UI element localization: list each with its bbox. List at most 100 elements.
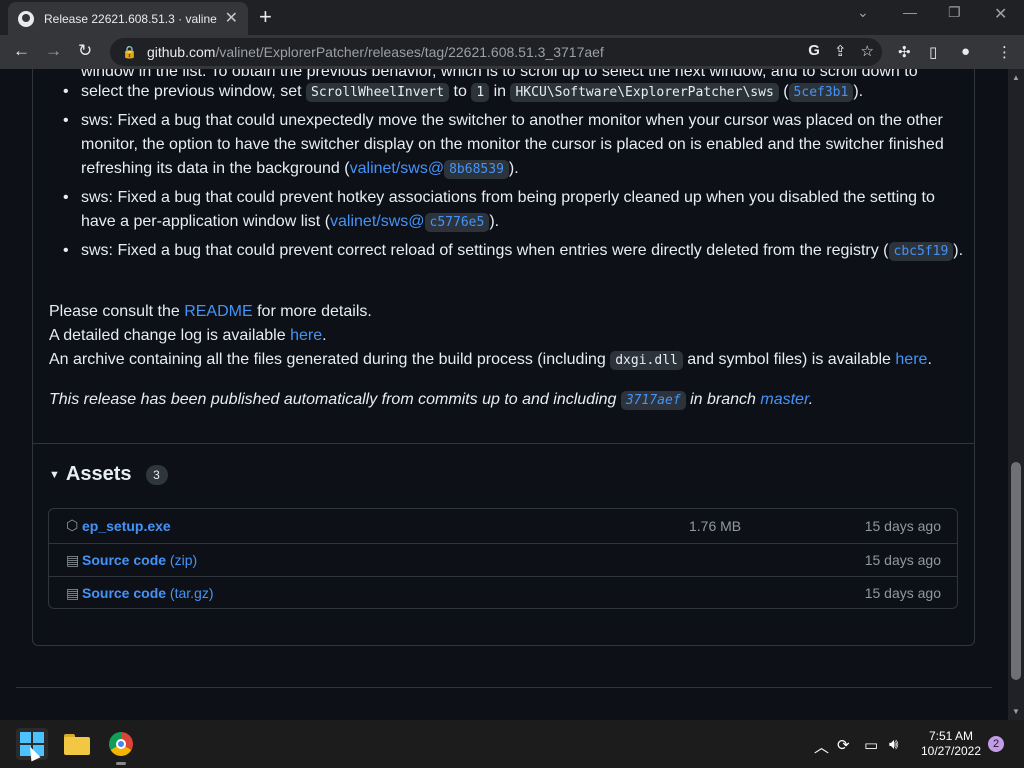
note-text: sws: Fixed a bug that could prevent corr… <box>81 242 889 259</box>
note-text: ). <box>508 160 519 177</box>
windows-logo-icon <box>33 732 44 743</box>
asset-name: Source code <box>82 552 167 568</box>
reload-button[interactable]: ↻ <box>78 41 92 61</box>
para-text: . <box>322 327 327 344</box>
scroll-up-icon[interactable]: ▲ <box>1012 73 1020 82</box>
asset-date: 15 days ago <box>864 585 941 601</box>
assets-toggle[interactable]: ▼ Assets 3 <box>49 463 168 486</box>
asset-row: ⬡ ep_setup.exe 1.76 MB 15 days ago <box>49 509 957 542</box>
note-text: in <box>489 83 511 100</box>
asset-link[interactable]: Source code (tar.gz) <box>82 585 214 601</box>
note-text: to <box>449 83 472 100</box>
para-text: A detailed change log is available <box>49 327 291 344</box>
list-item: sws: Fixed a bug that could unexpectedly… <box>49 109 969 182</box>
changelog-link[interactable]: here <box>290 327 322 344</box>
system-clock[interactable]: 7:51 AM 10/27/2022 <box>920 729 982 759</box>
assets-title: Assets <box>65 463 132 485</box>
divider <box>33 443 974 444</box>
branch-link[interactable]: master <box>760 391 808 408</box>
changelog-paragraph: A detailed change log is available here. <box>49 324 327 348</box>
page-scrollbar[interactable]: ▲ ▼ <box>1008 69 1024 720</box>
commit-link[interactable]: 5cef3b1 <box>788 83 854 102</box>
scrollbar-thumb[interactable] <box>1011 462 1021 680</box>
note-text: ). <box>953 242 964 259</box>
commit-link[interactable]: c5776e5 <box>424 213 490 232</box>
note-text: ). <box>489 213 500 230</box>
restore-button[interactable]: ❐ <box>948 4 961 21</box>
scroll-down-icon[interactable]: ▼ <box>1012 707 1020 716</box>
para-text: . <box>927 351 932 368</box>
chrome-taskbar-button[interactable] <box>105 728 137 760</box>
note-text: ( <box>778 83 789 100</box>
commit-link[interactable]: 3717aef <box>620 391 686 410</box>
asset-suffix: (zip) <box>166 552 198 568</box>
clock-date: 10/27/2022 <box>920 744 982 758</box>
url-path: /valinet/ExplorerPatcher/releases/tag/22… <box>215 44 604 60</box>
sws-repo-link[interactable]: valinet/sws@ <box>330 213 425 230</box>
lock-icon: 🔒 <box>122 45 137 59</box>
asset-suffix: (tar.gz) <box>166 585 214 601</box>
file-explorer-button[interactable] <box>61 728 93 760</box>
list-item: sws: Fixed a bug that could prevent hotk… <box>49 186 969 235</box>
close-window-button[interactable]: ✕ <box>994 4 1007 24</box>
code-value: 1 <box>471 83 490 102</box>
assets-list: ⬡ ep_setup.exe 1.76 MB 15 days ago ▤ Sou… <box>48 508 958 609</box>
windows-logo-icon <box>20 732 31 743</box>
assets-count-badge: 3 <box>145 464 168 485</box>
sws-repo-link[interactable]: valinet/sws@ <box>350 160 445 177</box>
code-scrollwheelinvert: ScrollWheelInvert <box>306 83 450 102</box>
active-app-indicator <box>116 762 126 765</box>
volume-icon[interactable]: 🔊︎ <box>889 736 898 753</box>
new-tab-button[interactable]: + <box>259 6 272 28</box>
para-text: An archive containing all the files gene… <box>49 351 611 368</box>
list-item: sws: Fixed a bug that could prevent corr… <box>49 239 969 264</box>
folder-icon <box>64 737 90 755</box>
extensions-icon[interactable]: ✣ <box>898 43 911 61</box>
asset-link[interactable]: Source code (zip) <box>82 552 197 568</box>
clock-time: 7:51 AM <box>928 729 974 743</box>
tab-title: Release 22621.608.51.3 · valinet/E <box>44 11 217 26</box>
url-host: github.com <box>146 44 216 60</box>
menu-icon[interactable]: ⋮ <box>997 43 1012 61</box>
para-text: This release has been published automati… <box>49 391 621 408</box>
tab-release[interactable]: Release 22621.608.51.3 · valinet/E ✕ <box>8 2 248 35</box>
close-tab-icon[interactable]: ✕ <box>225 10 238 27</box>
github-icon <box>18 10 34 27</box>
notification-badge[interactable]: 2 <box>988 736 1004 752</box>
asset-size: 1.76 MB <box>689 517 742 534</box>
google-icon[interactable]: G <box>808 42 820 60</box>
asset-link[interactable]: ep_setup.exe <box>82 518 171 534</box>
para-text: Please consult the <box>49 303 185 320</box>
para-text: . <box>808 391 814 408</box>
forward-button[interactable]: → <box>45 41 62 61</box>
release-notes-list: select the previous window, set ScrollWh… <box>49 80 969 268</box>
asset-date: 15 days ago <box>864 552 941 568</box>
para-text: in branch <box>685 391 761 408</box>
side-panel-icon[interactable]: ▯ <box>929 43 937 61</box>
commit-link[interactable]: cbc5f19 <box>888 242 954 261</box>
code-dxgi: dxgi.dll <box>610 351 683 370</box>
note-text: ). <box>853 83 864 100</box>
auto-publish-note: This release has been published automati… <box>49 388 813 413</box>
note-text: select the previous window, set <box>81 83 307 100</box>
back-button[interactable]: ← <box>13 41 30 61</box>
minimize-button[interactable]: — <box>903 4 917 20</box>
chevron-up-icon[interactable]: ︿ <box>814 736 829 757</box>
asset-name: ep_setup.exe <box>82 517 171 534</box>
asset-row: ▤ Source code (tar.gz) 15 days ago <box>49 576 957 609</box>
network-icon[interactable]: ▭ <box>864 736 878 754</box>
readme-link[interactable]: README <box>184 303 252 320</box>
chrome-icon <box>116 739 126 749</box>
package-icon: ⬡ <box>66 517 79 533</box>
chevron-down-icon[interactable]: ⌄ <box>857 4 869 21</box>
code-registry-path: HKCU\Software\ExplorerPatcher\sws <box>510 83 779 102</box>
profile-icon[interactable]: ● <box>961 43 970 60</box>
list-item: select the previous window, set ScrollWh… <box>49 80 969 105</box>
commit-link[interactable]: 8b68539 <box>444 160 509 179</box>
file-zip-icon: ▤ <box>66 551 80 568</box>
archive-link[interactable]: here <box>895 351 927 368</box>
address-bar[interactable]: 🔒 github.com /valinet/ExplorerPatcher/re… <box>110 38 882 66</box>
share-icon[interactable]: ⇪ <box>834 42 847 60</box>
star-icon[interactable]: ☆ <box>861 42 874 60</box>
sync-icon[interactable]: ⟳ <box>837 736 850 754</box>
